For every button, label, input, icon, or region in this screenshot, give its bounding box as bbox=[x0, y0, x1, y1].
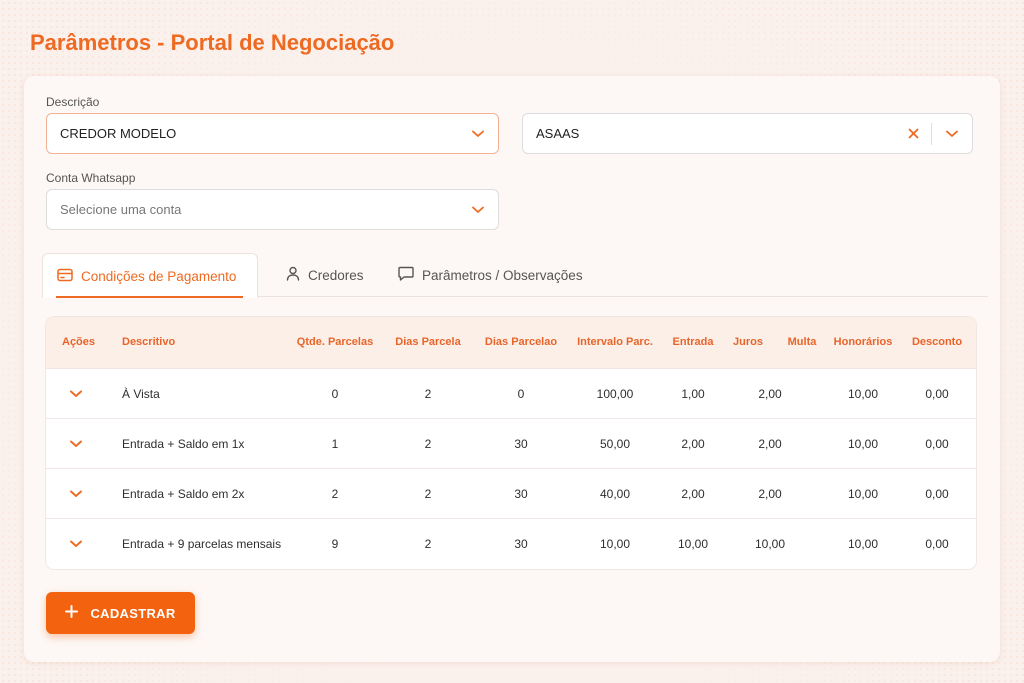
cadastrar-label: CADASTRAR bbox=[90, 605, 176, 621]
column-header-intervalo-parc: Intervalo Parc. bbox=[577, 336, 653, 348]
cell-entrada: 10,00 bbox=[677, 537, 709, 551]
cell-dias-parcela: 2 bbox=[424, 387, 432, 401]
descricao-value: CREDOR MODELO bbox=[60, 126, 177, 141]
chevron-down-icon[interactable] bbox=[458, 114, 498, 153]
descricao-label: Descrição bbox=[46, 95, 100, 109]
cell-descritivo: Entrada + Saldo em 2x bbox=[122, 487, 245, 501]
column-header-dias-parcelao: Dias Parcelao bbox=[484, 336, 558, 348]
cell-honorarios: 10,00 bbox=[847, 437, 879, 451]
cell-desconto: 0,00 bbox=[925, 487, 949, 501]
cell-entrada: 2,00 bbox=[681, 437, 705, 451]
table-row[interactable]: À Vista 0 2 0 100,00 1,00 2,00 10,00 0,0… bbox=[46, 368, 976, 418]
table-row[interactable]: Entrada + Saldo em 1x 1 2 30 50,00 2,00 … bbox=[46, 418, 976, 468]
cell-dias-parcelao: 0 bbox=[517, 387, 525, 401]
tab-parametros-observacoes[interactable]: Parâmetros / Observações bbox=[384, 253, 597, 297]
user-icon bbox=[286, 266, 300, 284]
column-header-desconto: Desconto bbox=[911, 336, 963, 348]
cell-qtde-parcelas: 0 bbox=[331, 387, 339, 401]
expand-chevron-icon[interactable] bbox=[66, 369, 86, 419]
table-header: Ações Descritivo Qtde. Parcelas Dias Par… bbox=[46, 317, 976, 368]
cell-juros: 2,00 bbox=[758, 487, 782, 501]
cell-juros: 10,00 bbox=[754, 537, 786, 551]
expand-chevron-icon[interactable] bbox=[66, 519, 86, 569]
cell-desconto: 0,00 bbox=[925, 537, 949, 551]
cell-desconto: 0,00 bbox=[925, 387, 949, 401]
tab-label: Credores bbox=[308, 267, 364, 283]
chevron-down-icon[interactable] bbox=[458, 190, 498, 229]
column-header-qtde-parcelas: Qtde. Parcelas bbox=[296, 336, 374, 348]
tab-label: Parâmetros / Observações bbox=[422, 267, 583, 283]
cell-dias-parcela: 2 bbox=[424, 537, 432, 551]
cell-dias-parcelao: 30 bbox=[514, 437, 528, 451]
provider-select[interactable]: ASAAS bbox=[522, 113, 973, 154]
column-header-acoes: Ações bbox=[62, 336, 96, 348]
cell-descritivo: Entrada + 9 parcelas mensais bbox=[122, 537, 282, 551]
clear-icon[interactable] bbox=[895, 114, 931, 153]
tab-condicoes-pagamento[interactable]: Condições de Pagamento bbox=[42, 253, 258, 298]
tab-bar: Condições de Pagamento Credores Parâmetr… bbox=[42, 253, 988, 298]
active-tab-indicator bbox=[56, 296, 243, 298]
descricao-select[interactable]: CREDOR MODELO bbox=[46, 113, 499, 154]
cell-honorarios: 10,00 bbox=[847, 487, 879, 501]
payment-conditions-table: Ações Descritivo Qtde. Parcelas Dias Par… bbox=[46, 317, 976, 569]
provider-value: ASAAS bbox=[536, 126, 580, 141]
cell-intervalo-parc: 10,00 bbox=[599, 537, 631, 551]
table-row[interactable]: Entrada + Saldo em 2x 2 2 30 40,00 2,00 … bbox=[46, 468, 976, 518]
whatsapp-placeholder: Selecione uma conta bbox=[60, 202, 182, 217]
cell-intervalo-parc: 100,00 bbox=[596, 387, 634, 401]
whatsapp-label: Conta Whatsapp bbox=[46, 171, 136, 185]
whatsapp-select[interactable]: Selecione uma conta bbox=[46, 189, 499, 230]
cell-honorarios: 10,00 bbox=[847, 537, 879, 551]
cell-intervalo-parc: 40,00 bbox=[599, 487, 631, 501]
column-header-honorarios: Honorários bbox=[833, 336, 893, 348]
cell-dias-parcela: 2 bbox=[424, 487, 432, 501]
column-header-entrada: Entrada bbox=[672, 336, 714, 348]
cell-descritivo: À Vista bbox=[122, 387, 160, 401]
card-icon bbox=[57, 268, 73, 285]
tab-label: Condições de Pagamento bbox=[81, 268, 237, 284]
expand-chevron-icon[interactable] bbox=[66, 469, 86, 519]
column-header-dias-parcela: Dias Parcela bbox=[395, 336, 461, 348]
column-header-multa: Multa bbox=[787, 336, 817, 348]
cell-entrada: 2,00 bbox=[681, 487, 705, 501]
cell-qtde-parcelas: 1 bbox=[331, 437, 339, 451]
tab-credores[interactable]: Credores bbox=[272, 253, 378, 297]
table-row[interactable]: Entrada + 9 parcelas mensais 9 2 30 10,0… bbox=[46, 518, 976, 568]
parameters-card: Descrição CREDOR MODELO ASAAS Conta What… bbox=[24, 76, 1000, 662]
column-header-juros: Juros bbox=[733, 336, 763, 348]
cell-entrada: 1,00 bbox=[681, 387, 705, 401]
chevron-down-icon[interactable] bbox=[932, 114, 972, 153]
cell-juros: 2,00 bbox=[758, 437, 782, 451]
cell-dias-parcela: 2 bbox=[424, 437, 432, 451]
cell-intervalo-parc: 50,00 bbox=[599, 437, 631, 451]
cell-qtde-parcelas: 9 bbox=[331, 537, 339, 551]
cell-qtde-parcelas: 2 bbox=[331, 487, 339, 501]
cell-dias-parcelao: 30 bbox=[514, 487, 528, 501]
cell-descritivo: Entrada + Saldo em 1x bbox=[122, 437, 245, 451]
page-title: Parâmetros - Portal de Negociação bbox=[30, 30, 395, 55]
cell-desconto: 0,00 bbox=[925, 437, 949, 451]
cell-honorarios: 10,00 bbox=[847, 387, 879, 401]
column-header-descritivo: Descritivo bbox=[122, 336, 176, 348]
chat-icon bbox=[398, 266, 414, 284]
cell-dias-parcelao: 30 bbox=[514, 537, 528, 551]
expand-chevron-icon[interactable] bbox=[66, 419, 86, 469]
cadastrar-button[interactable]: CADASTRAR bbox=[46, 592, 195, 634]
cell-juros: 2,00 bbox=[758, 387, 782, 401]
plus-icon bbox=[65, 605, 79, 621]
